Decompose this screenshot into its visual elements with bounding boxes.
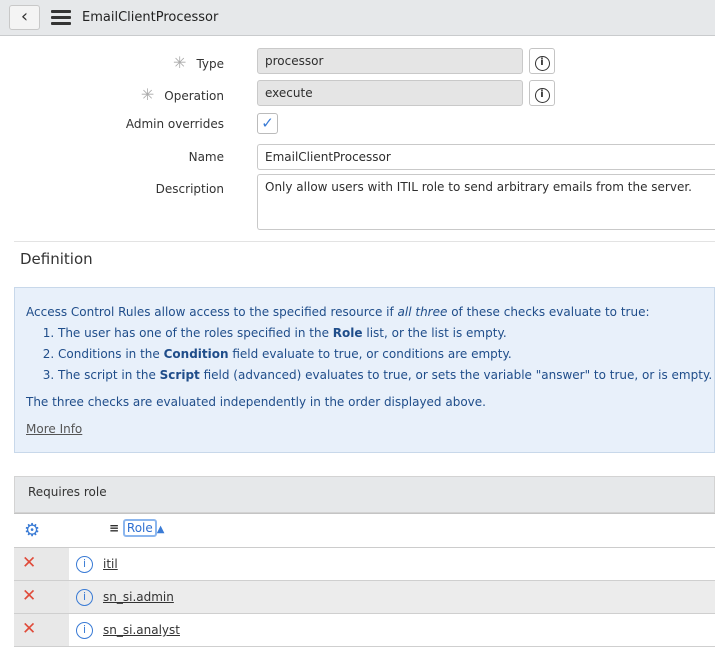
requires-role-header: Requires role: [14, 476, 715, 513]
info-icon[interactable]: i: [76, 622, 93, 639]
back-button[interactable]: ‹: [9, 5, 40, 30]
chevron-left-icon: ‹: [20, 6, 29, 27]
operation-info-button[interactable]: i: [529, 80, 555, 106]
operation-field[interactable]: execute: [257, 80, 523, 106]
role-link[interactable]: sn_si.admin: [103, 590, 174, 604]
delete-icon[interactable]: ✕: [14, 614, 69, 646]
divider: [14, 241, 715, 242]
more-info-link[interactable]: More Info: [26, 422, 82, 436]
type-label: ✳ Type: [173, 53, 224, 72]
info-icon[interactable]: i: [76, 589, 93, 606]
role-link[interactable]: itil: [103, 557, 118, 571]
definition-info-box: Access Control Rules allow access to the…: [14, 287, 715, 453]
name-label: Name: [188, 150, 224, 164]
type-field[interactable]: processor: [257, 48, 523, 74]
page-title: EmailClientProcessor: [82, 10, 219, 25]
table-row: ✕ i sn_si.analyst: [14, 614, 715, 647]
table-row: ✕ i itil: [14, 548, 715, 581]
name-input[interactable]: EmailClientProcessor: [257, 144, 715, 170]
required-icon: ✳: [173, 53, 187, 72]
required-icon: ✳: [140, 85, 155, 104]
column-menu-icon[interactable]: ≡: [109, 521, 119, 535]
menu-icon[interactable]: [51, 10, 71, 25]
definition-item: Conditions in the Condition field evalua…: [58, 344, 703, 365]
checkmark-icon: ✓: [261, 114, 274, 132]
description-label: Description: [155, 182, 224, 196]
description-textarea[interactable]: Only allow users with ITIL role to send …: [257, 174, 715, 230]
header: ‹ EmailClientProcessor: [0, 0, 715, 36]
delete-icon[interactable]: ✕: [14, 581, 69, 613]
info-icon: i: [534, 88, 550, 103]
table-row: ✕ i sn_si.admin: [14, 581, 715, 614]
role-column-header: ⚙ ≡ Role ▲: [14, 513, 715, 548]
info-icon[interactable]: i: [76, 556, 93, 573]
definition-footer: The three checks are evaluated independe…: [26, 395, 486, 409]
definition-item: The script in the Script field (advanced…: [58, 365, 712, 386]
admin-overrides-checkbox[interactable]: ✓: [257, 113, 278, 134]
sort-ascending-icon: ▲: [156, 524, 165, 535]
role-link[interactable]: sn_si.analyst: [103, 623, 180, 637]
definition-item: The user has one of the roles specified …: [58, 323, 703, 344]
role-sort-button[interactable]: Role: [122, 519, 157, 537]
operation-label: ✳ Operation: [140, 85, 224, 104]
info-icon: i: [534, 56, 550, 71]
gear-icon[interactable]: ⚙: [24, 520, 40, 541]
type-info-button[interactable]: i: [529, 48, 555, 74]
definition-heading: Definition: [20, 250, 93, 268]
definition-intro: Access Control Rules allow access to the…: [26, 305, 650, 319]
admin-overrides-label: Admin overrides: [125, 117, 224, 131]
delete-icon[interactable]: ✕: [14, 548, 69, 580]
